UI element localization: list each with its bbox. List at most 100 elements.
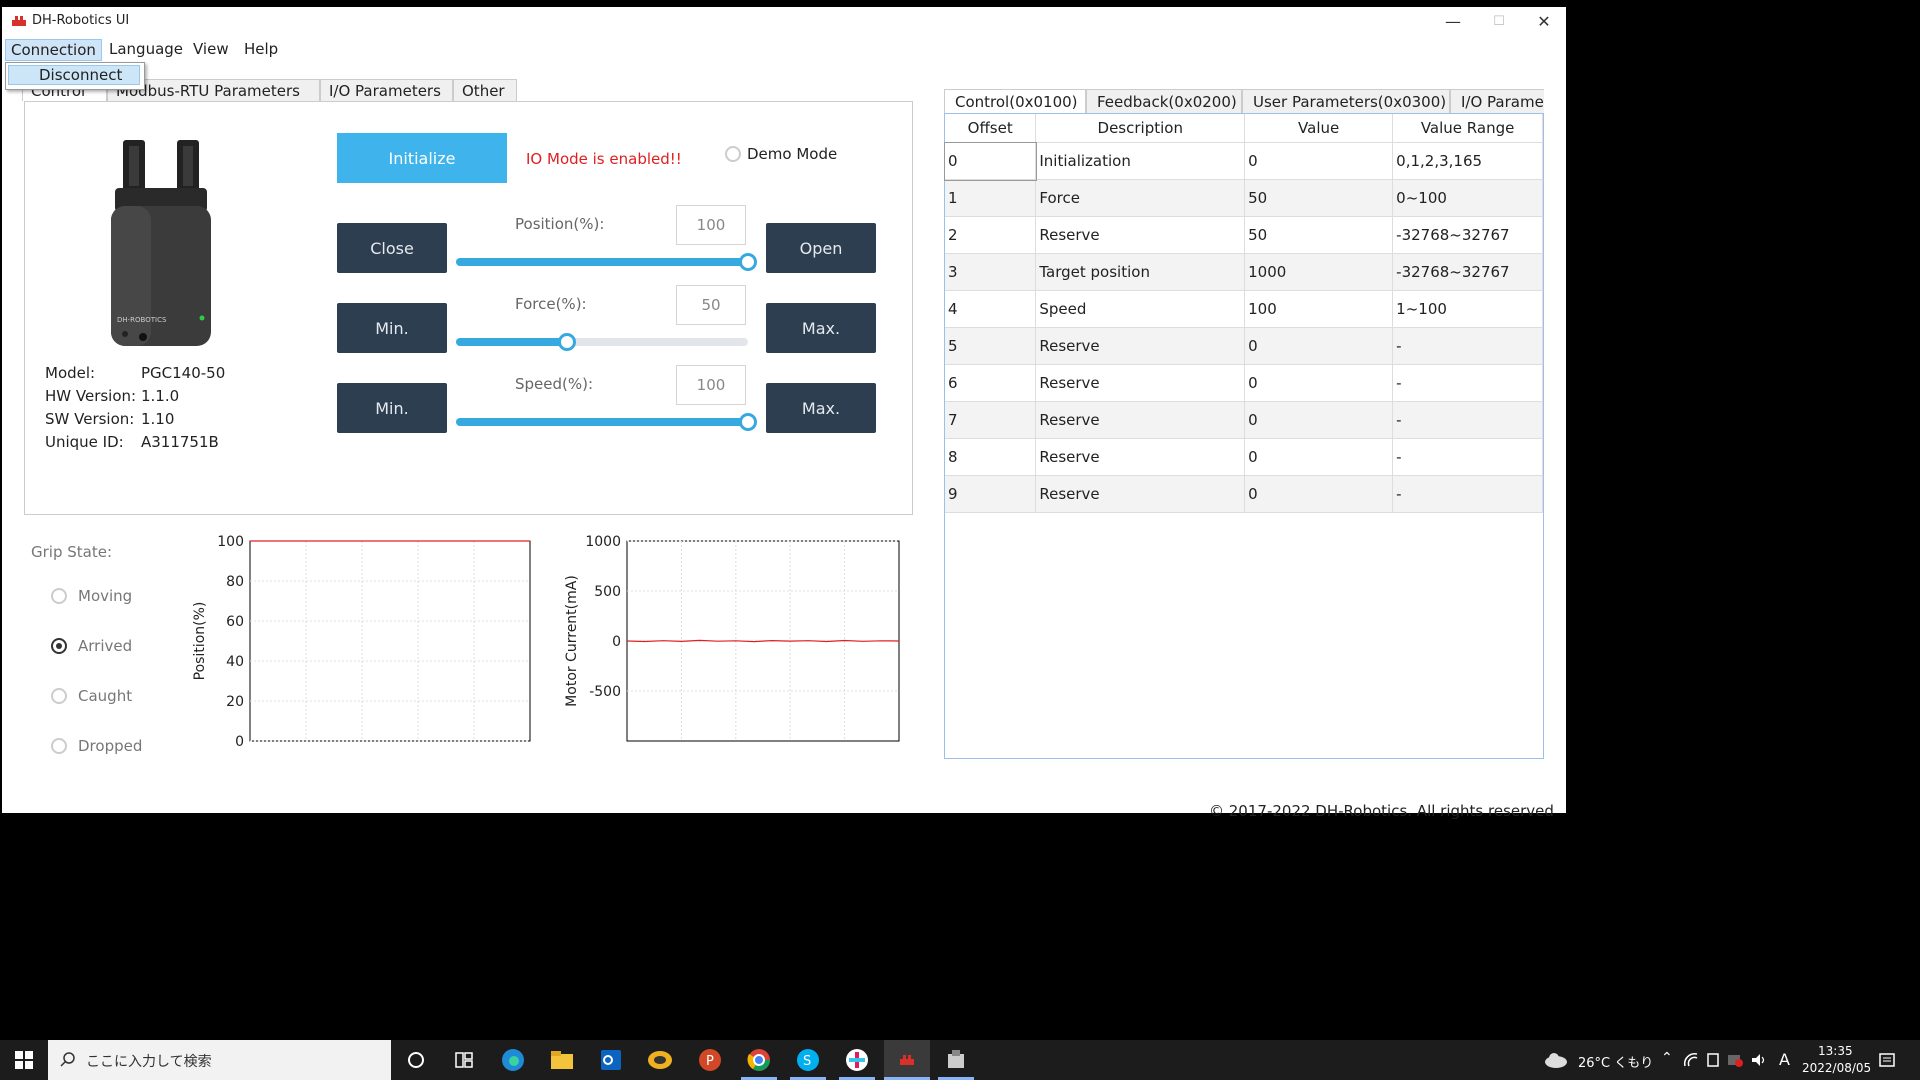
model-label: Model: xyxy=(45,364,96,382)
table-row[interactable]: 0 Initialization 0 0,1,2,3,165 xyxy=(944,141,1543,181)
cell-value[interactable]: 100 xyxy=(1244,290,1394,328)
cell-value[interactable]: 0 xyxy=(1244,327,1394,365)
speed-slider-handle[interactable] xyxy=(739,413,757,431)
speed-min-button[interactable]: Min. xyxy=(337,383,447,433)
cell-value[interactable]: 0 xyxy=(1244,475,1394,513)
taskbar-search-box[interactable]: ここに入力して検索 xyxy=(48,1040,391,1080)
cell-value[interactable]: 0 xyxy=(1244,438,1394,476)
cell-description: Reserve xyxy=(1035,216,1246,254)
edge-browser-icon[interactable] xyxy=(499,1046,527,1074)
title-bar[interactable]: DH-Robotics UI — ☐ ✕ xyxy=(2,7,1566,35)
y-axis-label: Position(%) xyxy=(192,602,208,681)
gripper-brand-text: DH-ROBOTICS xyxy=(117,316,167,324)
speed-input[interactable]: 100 xyxy=(676,365,746,405)
open-button[interactable]: Open xyxy=(766,223,876,273)
position-slider[interactable] xyxy=(456,253,757,271)
svg-text:P: P xyxy=(706,1054,714,1069)
network-icon[interactable] xyxy=(1683,1052,1699,1068)
close-button[interactable]: Close xyxy=(337,223,447,273)
cell-value-range: - xyxy=(1392,438,1543,476)
cell-value[interactable]: 1000 xyxy=(1244,253,1394,291)
force-min-button[interactable]: Min. xyxy=(337,303,447,353)
outlook-icon[interactable] xyxy=(597,1046,625,1074)
column-header-value-range[interactable]: Value Range xyxy=(1392,114,1543,143)
close-window-button[interactable]: ✕ xyxy=(1521,7,1567,35)
position-input[interactable]: 100 xyxy=(676,205,746,245)
cell-value[interactable]: 0 xyxy=(1244,401,1394,439)
tab-user-parameters-0x0300[interactable]: User Parameters(0x0300) xyxy=(1242,89,1450,113)
tab-control-0x0100[interactable]: Control(0x0100) xyxy=(944,89,1086,113)
menu-bar: Connection Language View Help xyxy=(2,37,1566,61)
column-header-description[interactable]: Description xyxy=(1035,114,1246,143)
connection-dropdown: Disconnect xyxy=(5,62,145,90)
notification-center-icon[interactable] xyxy=(1878,1052,1896,1070)
tab-feedback-0x0200[interactable]: Feedback(0x0200) xyxy=(1086,89,1242,113)
task-view-icon[interactable] xyxy=(450,1046,478,1074)
cell-value[interactable]: 50 xyxy=(1244,216,1394,254)
windows-start-icon[interactable] xyxy=(10,1046,38,1074)
usb-device-icon[interactable] xyxy=(1706,1052,1720,1068)
table-row[interactable]: 8 Reserve 0- xyxy=(945,438,1543,476)
powerpoint-icon[interactable]: P xyxy=(696,1046,724,1074)
series-line xyxy=(626,639,900,643)
table-row[interactable]: 7 Reserve 0- xyxy=(945,401,1543,439)
grip-label-arrived: Arrived xyxy=(78,637,133,655)
force-slider[interactable] xyxy=(456,333,748,351)
clock-time[interactable]: 13:35 xyxy=(1818,1044,1853,1058)
slack-icon[interactable] xyxy=(843,1046,871,1074)
disconnect-menu-item[interactable]: Disconnect xyxy=(8,65,140,85)
security-alert-icon[interactable] xyxy=(1727,1052,1743,1068)
speed-slider[interactable] xyxy=(456,413,757,431)
tab-other[interactable]: Other xyxy=(453,79,517,101)
initialize-button[interactable]: Initialize xyxy=(337,133,507,183)
grip-radio-arrived[interactable] xyxy=(51,638,67,654)
y-tick-label: 80 xyxy=(226,574,244,590)
table-row[interactable]: 1 Force 50 0~100 xyxy=(945,179,1543,217)
grip-radio-moving[interactable] xyxy=(51,588,67,604)
chevron-up-icon[interactable]: ⌃ xyxy=(1661,1050,1673,1066)
clock-date[interactable]: 2022/08/05 xyxy=(1802,1061,1871,1075)
speed-max-button[interactable]: Max. xyxy=(766,383,876,433)
cloud-weather-icon xyxy=(1545,1053,1567,1068)
app-icon-device[interactable] xyxy=(942,1046,970,1074)
table-row[interactable]: 9 Reserve 0- xyxy=(945,475,1543,513)
menu-view[interactable]: View xyxy=(188,39,234,59)
table-row[interactable]: 2 Reserve 50 -32768~32767 xyxy=(945,216,1543,254)
position-slider-handle[interactable] xyxy=(739,253,757,271)
force-input[interactable]: 50 xyxy=(676,285,746,325)
cell-description: Force xyxy=(1035,179,1246,217)
column-header-value[interactable]: Value xyxy=(1244,114,1394,143)
cortana-icon[interactable] xyxy=(402,1046,430,1074)
force-slider-handle[interactable] xyxy=(557,333,576,351)
position-label: Position(%): xyxy=(515,215,605,233)
menu-help[interactable]: Help xyxy=(239,39,283,59)
minimize-button[interactable]: — xyxy=(1430,7,1476,35)
menu-connection[interactable]: Connection xyxy=(5,39,102,61)
cell-offset: 1 xyxy=(945,179,1037,217)
grip-radio-dropped[interactable] xyxy=(51,738,67,754)
weather-text[interactable]: 26°C くもり xyxy=(1578,1052,1653,1071)
y-tick-label: -500 xyxy=(589,684,621,700)
grip-radio-caught[interactable] xyxy=(51,688,67,704)
table-row[interactable]: 5 Reserve 0- xyxy=(945,327,1543,365)
cell-value[interactable]: 0 xyxy=(1244,364,1394,402)
table-row[interactable]: 4 Speed 100 1~100 xyxy=(945,290,1543,328)
tab-io-parameters-right[interactable]: I/O Parame xyxy=(1450,89,1544,113)
chrome-icon[interactable] xyxy=(745,1046,773,1074)
skype-icon[interactable]: S xyxy=(794,1046,822,1074)
table-row[interactable]: 3 Target position 1000 -32768~32767 xyxy=(945,253,1543,291)
dh-robotics-taskbar-button[interactable] xyxy=(884,1040,930,1080)
force-max-button[interactable]: Max. xyxy=(766,303,876,353)
menu-language[interactable]: Language xyxy=(104,39,188,59)
demo-mode-radio[interactable] xyxy=(725,146,741,162)
file-explorer-icon[interactable] xyxy=(548,1046,576,1074)
volume-icon[interactable] xyxy=(1750,1052,1768,1068)
cell-value[interactable]: 0 xyxy=(1244,142,1394,180)
tab-io-parameters[interactable]: I/O Parameters xyxy=(320,79,453,101)
column-header-offset[interactable]: Offset xyxy=(945,114,1037,143)
cell-value[interactable]: 50 xyxy=(1244,179,1394,217)
maximize-button[interactable]: ☐ xyxy=(1476,7,1522,35)
table-row[interactable]: 6 Reserve 0- xyxy=(945,364,1543,402)
ime-indicator[interactable]: A xyxy=(1779,1050,1790,1069)
app-icon-yellow[interactable] xyxy=(646,1046,674,1074)
